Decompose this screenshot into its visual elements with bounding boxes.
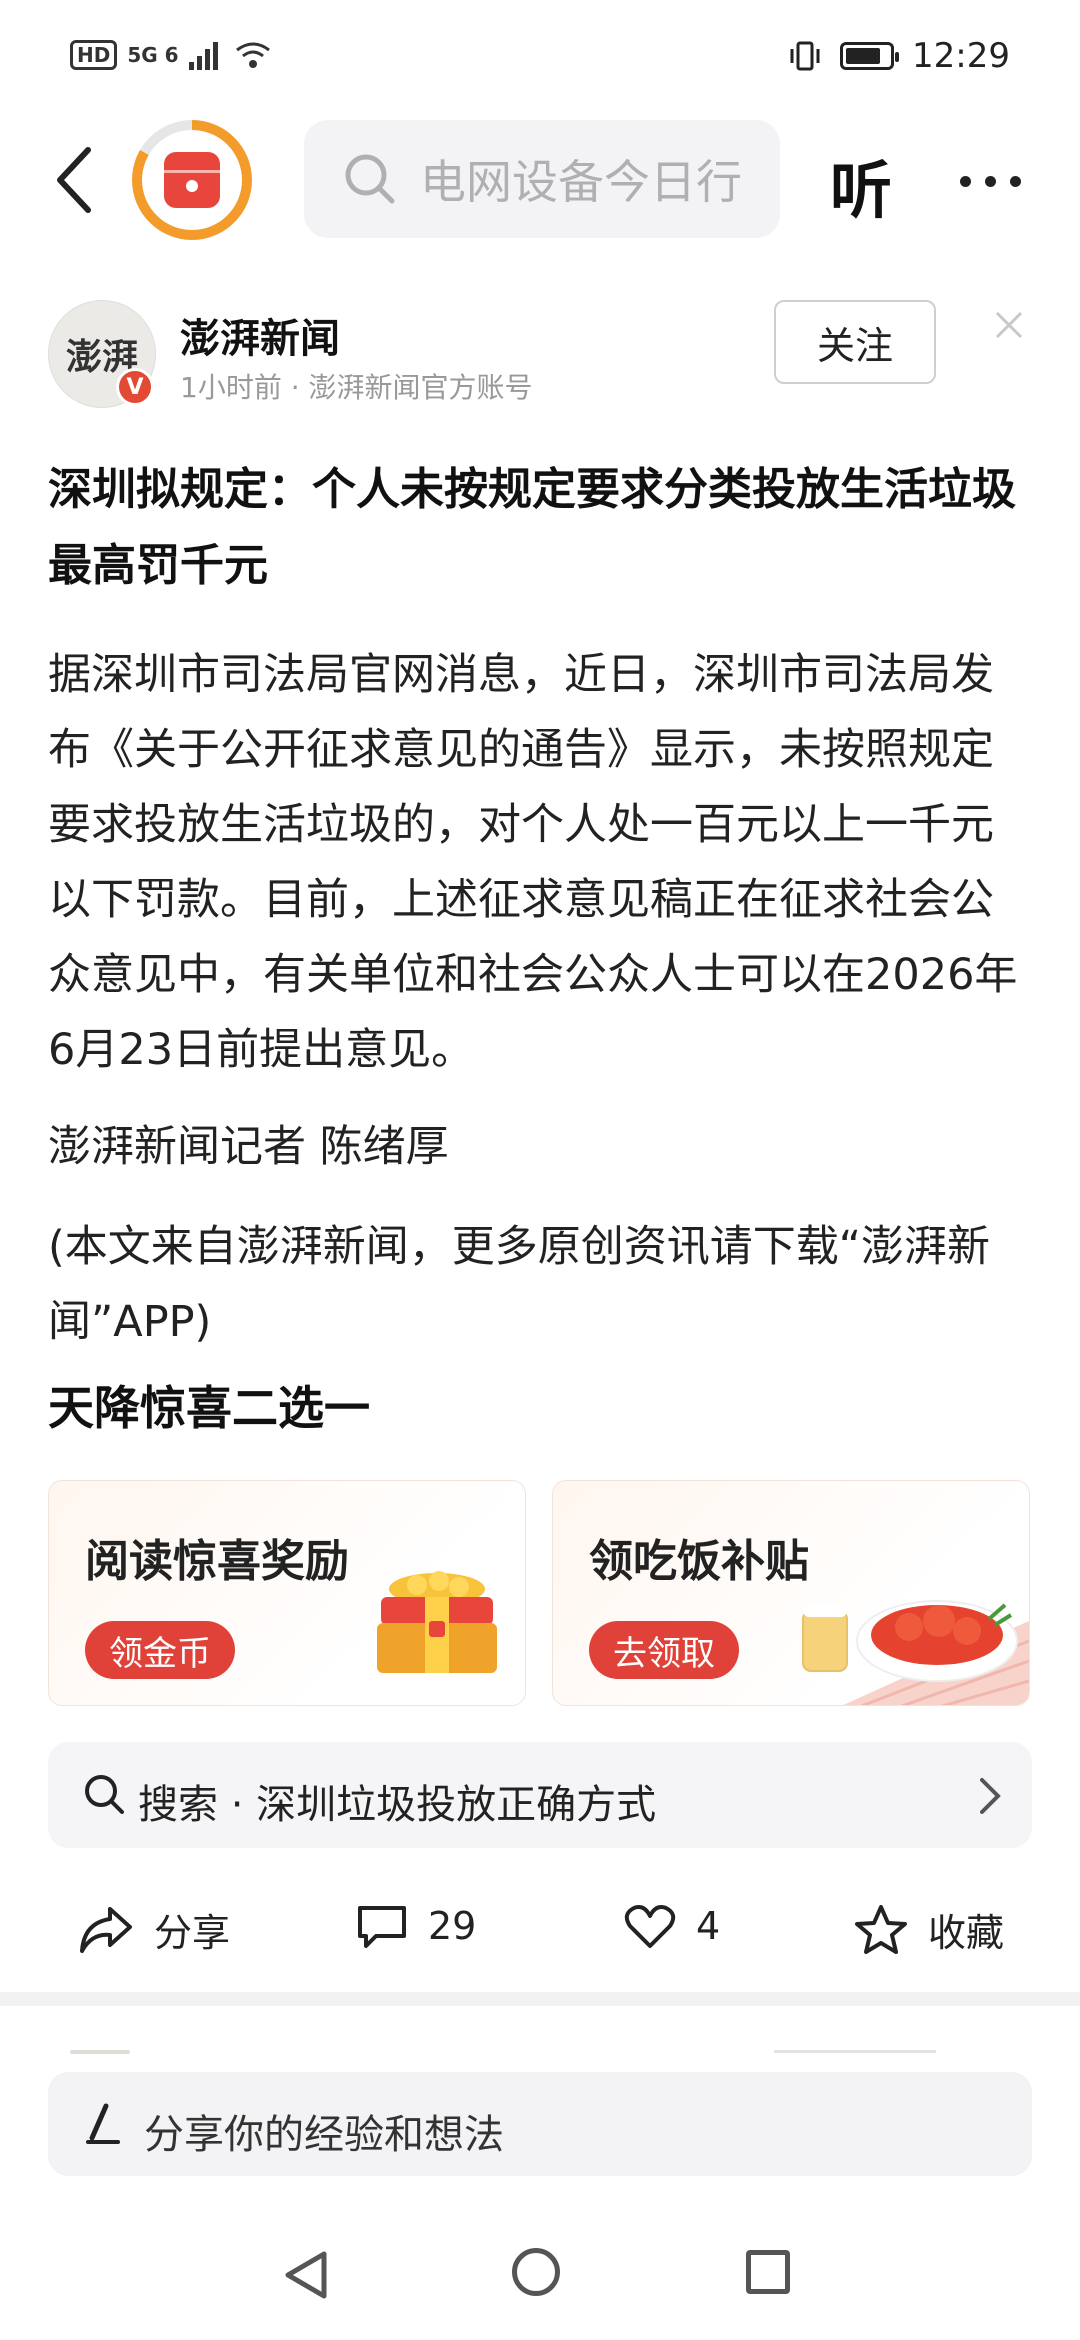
listen-button[interactable]: 听 <box>830 140 892 230</box>
promo-card-reading-reward[interactable]: 阅读惊喜奖励 领金币 <box>48 1480 526 1706</box>
article-title: 深圳拟规定：个人未按规定要求分类投放生活垃圾最高罚千元 <box>48 464 1016 591</box>
nav-back-icon[interactable] <box>282 2250 332 2300</box>
battery-fill <box>846 48 880 64</box>
comment-count: 29 <box>428 1904 477 1948</box>
clock: 12:29 <box>912 36 1010 76</box>
close-x-icon <box>995 311 1023 339</box>
comment-button[interactable]: 29 <box>356 1902 476 1950</box>
more-menu-icon[interactable] <box>960 176 1021 187</box>
wifi-icon <box>235 42 270 68</box>
favorite-label: 收藏 <box>928 1911 1005 1955</box>
nav-recent-apps-icon[interactable] <box>746 2250 790 2294</box>
share-label: 分享 <box>154 1911 231 1955</box>
verified-badge: V <box>116 368 154 406</box>
search-icon <box>85 1775 124 1814</box>
favorite-button[interactable]: 收藏 <box>854 1902 1004 1957</box>
next-item-avatar-peek <box>70 2050 130 2054</box>
claim-coins-button[interactable]: 领金币 <box>85 1621 235 1679</box>
red-envelope-icon <box>164 152 220 208</box>
search-icon <box>345 154 395 204</box>
like-button[interactable]: 4 <box>624 1902 720 1950</box>
search-bar[interactable]: 电网设备今日行 <box>304 120 780 238</box>
treasure-chest-icon <box>377 1571 497 1673</box>
author-meta: 1小时前 · 澎湃新闻官方账号 <box>180 371 533 404</box>
author-name[interactable]: 澎湃新闻 <box>180 306 340 364</box>
section-divider <box>0 1992 1080 2006</box>
claim-subsidy-button[interactable]: 去领取 <box>589 1621 739 1679</box>
suggestion-text: 搜索 · 深圳垃圾投放正确方式 <box>138 1782 657 1828</box>
next-item-button-peek <box>774 2050 936 2053</box>
comment-placeholder: 分享你的经验和想法 <box>144 2112 504 2158</box>
signal-icon <box>188 42 218 70</box>
article-reporter: 澎湃新闻记者 陈绪厚 <box>48 1122 449 1172</box>
chevron-right-icon <box>980 1778 1001 1814</box>
follow-button[interactable]: 关注 <box>774 300 936 384</box>
system-navigation-bar <box>0 2220 1080 2340</box>
star-icon <box>855 1904 907 1954</box>
back-arrow-icon <box>57 147 91 213</box>
share-icon <box>80 1906 132 1953</box>
app-task-badge[interactable] <box>132 120 252 240</box>
close-icon[interactable] <box>994 304 1024 350</box>
battery-icon <box>840 42 900 70</box>
crayfish-dish-icon <box>802 1600 1029 1705</box>
related-search-suggestion[interactable]: 搜索 · 深圳垃圾投放正确方式 <box>48 1742 1032 1848</box>
pen-icon <box>86 2103 120 2144</box>
promo-heading: 天降惊喜二选一 <box>48 1381 370 1435</box>
comment-input[interactable]: 分享你的经验和想法 <box>48 2072 1032 2176</box>
signal-label: 5G 6 <box>127 43 179 67</box>
back-button[interactable] <box>48 140 108 220</box>
promo-card-title: 领吃饭补贴 <box>589 1536 809 1587</box>
promo-card-title: 阅读惊喜奖励 <box>85 1536 349 1587</box>
article-source-note: (本文来自澎湃新闻，更多原创资讯请下载“澎湃新闻”APP) <box>48 1222 991 1347</box>
status-right: 12:29 <box>788 36 1010 76</box>
status-bar: HD 5G 6 12:29 <box>0 0 1080 120</box>
action-bar: 分享 29 4 收藏 <box>0 1880 1080 1990</box>
like-count: 4 <box>696 1904 721 1948</box>
promo-card-meal-subsidy[interactable]: 领吃饭补贴 去领取 <box>552 1480 1030 1706</box>
search-placeholder: 电网设备今日行 <box>420 155 742 209</box>
vibrate-icon <box>790 41 820 71</box>
nav-home-icon[interactable] <box>512 2248 560 2296</box>
network-indicators: HD 5G 6 <box>70 40 271 70</box>
comment-icon <box>358 1906 406 1948</box>
article-body: 据深圳市司法局官网消息，近日，深圳市司法局发布《关于公开征求意见的通告》显示，未… <box>48 650 1018 1075</box>
hd-badge: HD <box>70 40 118 70</box>
heart-icon <box>624 1905 676 1948</box>
share-button[interactable]: 分享 <box>78 1902 230 1957</box>
